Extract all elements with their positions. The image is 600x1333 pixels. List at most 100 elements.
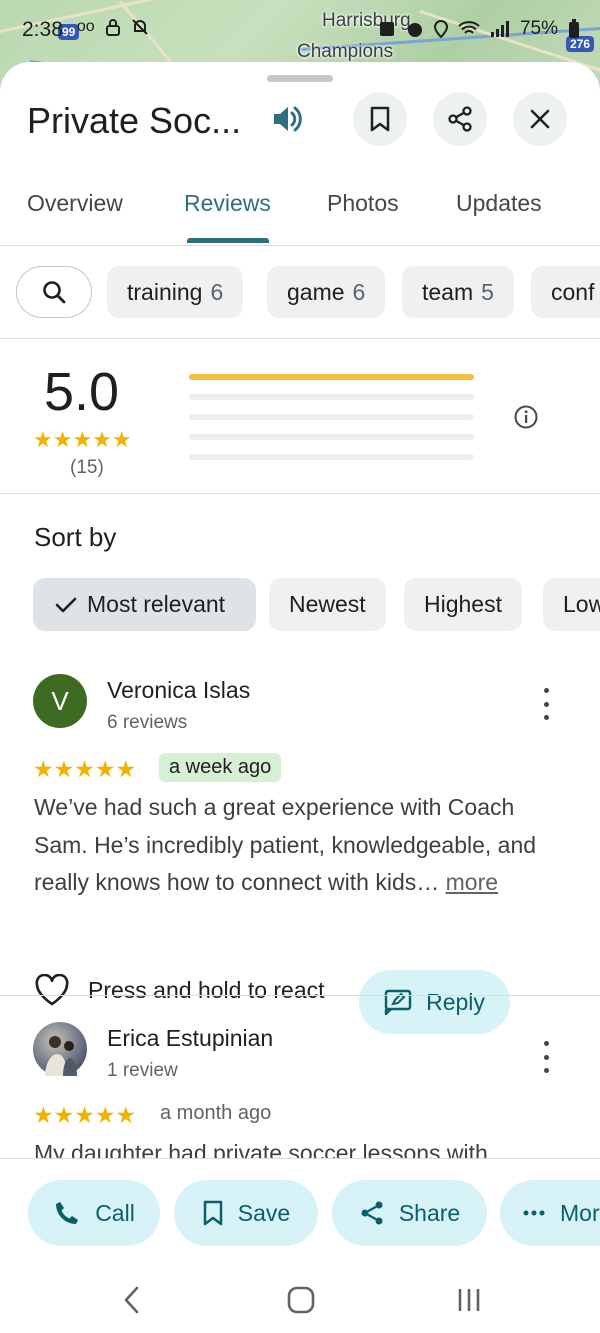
close-button[interactable]	[513, 92, 567, 146]
sort-by-label: Sort by	[34, 522, 117, 552]
react-button[interactable]: Press and hold to react	[34, 974, 325, 1006]
status-notification-icons: oo	[77, 18, 149, 36]
more-horizontal-icon	[523, 1210, 545, 1216]
bookmark-icon	[370, 106, 390, 132]
share-label: Share	[398, 1199, 461, 1226]
tab-overview[interactable]: Overview	[27, 190, 123, 217]
info-icon[interactable]	[513, 404, 539, 430]
tab-updates[interactable]: Updates	[456, 190, 542, 217]
location-icon	[433, 20, 448, 38]
rating-bar-fill	[189, 374, 474, 380]
review-more-options-button[interactable]	[534, 684, 558, 724]
rating-summary: 5.0 ★★★★★ (15)	[0, 339, 600, 494]
chip-count: 5	[481, 278, 494, 305]
tab-photos[interactable]: Photos	[327, 190, 399, 217]
home-icon	[287, 1286, 315, 1314]
back-button[interactable]	[112, 1280, 152, 1320]
reviewer-review-count: 6 reviews	[107, 712, 188, 733]
reviewer-name[interactable]: Veronica Islas	[107, 677, 250, 704]
avatar[interactable]: V	[33, 674, 87, 728]
reviewer-review-count: 1 review	[107, 1060, 178, 1081]
recents-icon	[458, 1289, 480, 1311]
search-reviews-button[interactable]	[16, 266, 92, 318]
tab-reviews[interactable]: Reviews	[184, 190, 271, 217]
review-filter-chips: training 6 game 6 team 5 conf	[0, 246, 600, 339]
battery-percent: 75%	[519, 18, 558, 39]
tab-indicator	[187, 238, 269, 243]
search-icon	[43, 281, 66, 304]
chip-label: conf	[551, 278, 595, 305]
filter-chip-conf[interactable]: conf	[531, 266, 600, 318]
action-bar: Call Save Share Mor	[0, 1158, 600, 1266]
check-icon	[55, 597, 77, 612]
share-action-button[interactable]: Share	[332, 1180, 487, 1246]
call-button[interactable]: Call	[28, 1180, 160, 1246]
speaker-icon	[274, 106, 302, 132]
review-text[interactable]: We’ve had such a great experience with C…	[34, 789, 574, 902]
filter-chip-team[interactable]: team 5	[402, 266, 514, 318]
sort-option-label: Highest	[424, 591, 502, 617]
reply-icon	[384, 989, 412, 1015]
heart-icon	[35, 974, 69, 1006]
share-button[interactable]	[433, 92, 487, 146]
home-button[interactable]	[281, 1280, 321, 1320]
save-button[interactable]: Save	[174, 1180, 318, 1246]
review-more-link[interactable]: more	[446, 869, 498, 895]
phone-icon	[56, 1202, 79, 1224]
review-stars: ★★★★★	[33, 1102, 137, 1128]
bookmark-icon	[203, 1200, 223, 1226]
rating-bar-1	[189, 454, 474, 460]
avatar[interactable]	[33, 1022, 87, 1076]
more-actions-button[interactable]: Mor	[500, 1180, 600, 1246]
voicemail-icon: oo	[76, 18, 95, 35]
avatar-letter: V	[51, 685, 69, 716]
sort-lowest[interactable]: Low	[543, 578, 600, 631]
rating-bar-2	[189, 434, 474, 440]
save-bookmark-button[interactable]	[353, 92, 407, 146]
chip-count: 6	[352, 278, 366, 305]
recents-button[interactable]	[449, 1280, 489, 1320]
rating-stars: ★★★★★	[33, 427, 132, 452]
filter-chip-game[interactable]: game 6	[267, 266, 386, 318]
notifications-off-icon	[131, 19, 148, 35]
rating-bar-5	[189, 374, 474, 380]
sort-option-label: Newest	[289, 591, 366, 617]
tab-bar: Overview Reviews Photos Updates	[0, 182, 600, 246]
save-label: Save	[237, 1199, 291, 1226]
review-time: a month ago	[160, 1102, 272, 1124]
share-icon	[448, 106, 472, 132]
review-time-badge: a week ago	[159, 753, 282, 782]
status-time: 2:38	[22, 18, 63, 41]
filter-chip-training[interactable]: training 6	[107, 266, 244, 318]
review-divider	[0, 995, 600, 996]
review-stars: ★★★★★	[33, 756, 137, 782]
system-nav-bar	[0, 1266, 600, 1333]
react-label: Press and hold to react	[88, 976, 325, 1003]
drag-handle[interactable]	[267, 75, 333, 82]
nfc-icon	[379, 22, 394, 36]
lock-icon	[105, 19, 120, 36]
title-row: Private Soc...	[0, 92, 600, 152]
place-title: Private Soc...	[27, 100, 242, 141]
chip-label: game	[287, 278, 345, 305]
call-label: Call	[95, 1199, 135, 1226]
speaker-button[interactable]	[265, 97, 309, 141]
chip-label: team	[422, 278, 474, 305]
reviewer-name[interactable]: Erica Estupinian	[107, 1025, 273, 1052]
sort-highest[interactable]: Highest	[404, 578, 522, 631]
reply-label: Reply	[426, 988, 485, 1015]
place-sheet: Private Soc... Overview Reviews Photos U…	[0, 62, 600, 1333]
rating-bar-3	[189, 414, 474, 420]
review-more-options-button[interactable]	[534, 1037, 558, 1077]
chip-label: training	[127, 278, 203, 305]
avatar-photo	[45, 1036, 77, 1076]
sort-newest[interactable]: Newest	[269, 578, 386, 631]
status-bar: 2:38 oo 75%	[0, 0, 600, 62]
close-icon	[530, 109, 550, 129]
review-count: (15)	[70, 457, 104, 478]
signal-icon	[490, 21, 509, 37]
alarm-icon	[407, 23, 422, 37]
sort-option-label: Most relevant	[87, 591, 226, 617]
sort-most-relevant[interactable]: Most relevant	[33, 578, 256, 631]
sort-option-label: Low	[563, 591, 600, 617]
